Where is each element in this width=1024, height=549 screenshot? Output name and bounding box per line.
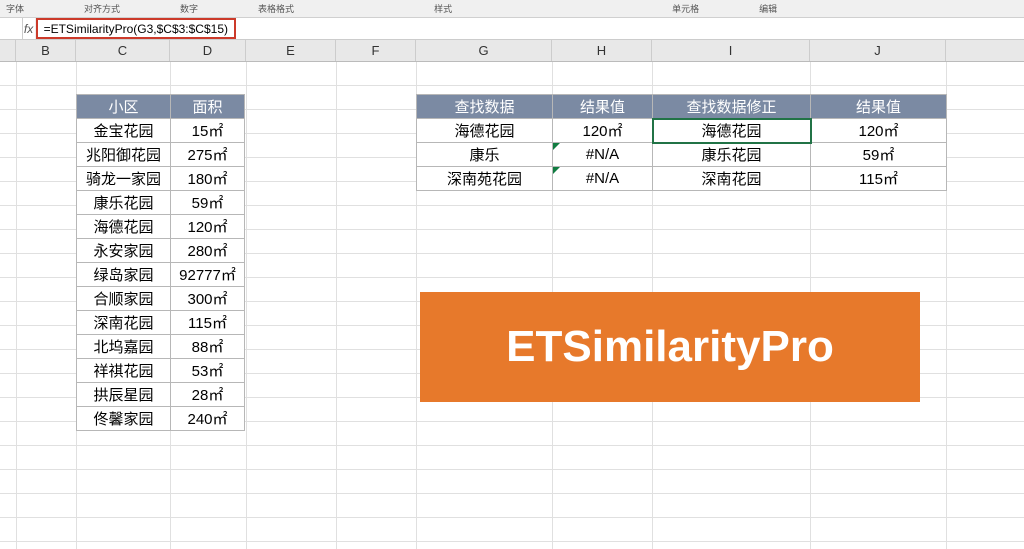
ribbon-group-tableformat: 表格格式 <box>258 2 294 15</box>
cell[interactable]: 115㎡ <box>811 167 947 191</box>
table-row: 康乐花园59㎡ <box>77 191 245 215</box>
left-h1[interactable]: 小区 <box>77 95 171 119</box>
cell[interactable]: 120㎡ <box>171 215 245 239</box>
table-row: 深南苑花园#N/A深南花园115㎡ <box>417 167 947 191</box>
table-row: 海德花园120㎡ <box>77 215 245 239</box>
cell[interactable]: 120㎡ <box>553 119 653 143</box>
overlay-banner: ETSimilarityPro <box>420 292 920 402</box>
table-row: 北坞嘉园88㎡ <box>77 335 245 359</box>
cell[interactable]: #N/A <box>553 143 653 167</box>
table-row: 兆阳御花园275㎡ <box>77 143 245 167</box>
table-row: 深南花园115㎡ <box>77 311 245 335</box>
cell[interactable]: 海德花园 <box>653 119 811 143</box>
col-header-blank <box>0 40 16 61</box>
col-header-c[interactable]: C <box>76 40 170 61</box>
column-headers: B C D E F G H I J <box>0 40 1024 62</box>
right-table: 查找数据 结果值 查找数据修正 结果值 海德花园120㎡海德花园120㎡康乐#N… <box>416 94 947 191</box>
table-row: 金宝花园15㎡ <box>77 119 245 143</box>
cell[interactable]: 兆阳御花园 <box>77 143 171 167</box>
table-row: 佟馨家园240㎡ <box>77 407 245 431</box>
sheet-area[interactable]: 小区 面积 金宝花园15㎡兆阳御花园275㎡骑龙一家园180㎡康乐花园59㎡海德… <box>0 62 1024 549</box>
cell[interactable]: 佟馨家园 <box>77 407 171 431</box>
cell[interactable]: 88㎡ <box>171 335 245 359</box>
left-h2[interactable]: 面积 <box>171 95 245 119</box>
right-h1[interactable]: 查找数据 <box>417 95 553 119</box>
cell[interactable]: 115㎡ <box>171 311 245 335</box>
cell[interactable]: 300㎡ <box>171 287 245 311</box>
cell[interactable]: 240㎡ <box>171 407 245 431</box>
table-row: 合顺家园300㎡ <box>77 287 245 311</box>
formula-bar: fx =ETSimilarityPro(G3,$C$3:$C$15) <box>0 18 1024 40</box>
table-row: 骑龙一家园180㎡ <box>77 167 245 191</box>
cell[interactable]: 15㎡ <box>171 119 245 143</box>
cell[interactable]: 北坞嘉园 <box>77 335 171 359</box>
cell[interactable]: 拱辰星园 <box>77 383 171 407</box>
ribbon-group-styles: 样式 <box>434 2 452 15</box>
table-row: 康乐#N/A康乐花园59㎡ <box>417 143 947 167</box>
cell[interactable]: 92777㎡ <box>171 263 245 287</box>
right-h4[interactable]: 结果值 <box>811 95 947 119</box>
cell[interactable]: 275㎡ <box>171 143 245 167</box>
ribbon-group-cells: 单元格 <box>672 2 699 15</box>
cell[interactable]: 59㎡ <box>811 143 947 167</box>
cell[interactable]: 59㎡ <box>171 191 245 215</box>
ribbon-group-edit: 编辑 <box>759 2 777 15</box>
cell[interactable]: 180㎡ <box>171 167 245 191</box>
cell[interactable]: 280㎡ <box>171 239 245 263</box>
col-header-b[interactable]: B <box>16 40 76 61</box>
cell[interactable]: 120㎡ <box>811 119 947 143</box>
right-h3[interactable]: 查找数据修正 <box>653 95 811 119</box>
cell[interactable]: 绿岛家园 <box>77 263 171 287</box>
table-header-row: 查找数据 结果值 查找数据修正 结果值 <box>417 95 947 119</box>
col-header-e[interactable]: E <box>246 40 336 61</box>
formula-input[interactable]: =ETSimilarityPro(G3,$C$3:$C$15) <box>36 18 236 39</box>
cell[interactable]: 合顺家园 <box>77 287 171 311</box>
cell[interactable]: 金宝花园 <box>77 119 171 143</box>
cell[interactable]: #N/A <box>553 167 653 191</box>
cell[interactable]: 28㎡ <box>171 383 245 407</box>
right-h2[interactable]: 结果值 <box>553 95 653 119</box>
cell[interactable]: 海德花园 <box>417 119 553 143</box>
name-box[interactable] <box>0 18 23 39</box>
cell[interactable]: 深南花园 <box>77 311 171 335</box>
cell[interactable]: 53㎡ <box>171 359 245 383</box>
table-row: 拱辰星园28㎡ <box>77 383 245 407</box>
table-row: 祥祺花园53㎡ <box>77 359 245 383</box>
col-header-h[interactable]: H <box>552 40 652 61</box>
left-table: 小区 面积 金宝花园15㎡兆阳御花园275㎡骑龙一家园180㎡康乐花园59㎡海德… <box>76 94 245 431</box>
col-header-i[interactable]: I <box>652 40 810 61</box>
col-header-j[interactable]: J <box>810 40 946 61</box>
cell[interactable]: 永安家园 <box>77 239 171 263</box>
cell[interactable]: 康乐花园 <box>653 143 811 167</box>
ribbon: 字体 对齐方式 数字 表格格式 样式 单元格 编辑 <box>0 0 1024 18</box>
ribbon-group-font: 字体 <box>6 2 24 15</box>
table-row: 海德花园120㎡海德花园120㎡ <box>417 119 947 143</box>
table-header-row: 小区 面积 <box>77 95 245 119</box>
col-header-g[interactable]: G <box>416 40 552 61</box>
cell[interactable]: 康乐 <box>417 143 553 167</box>
ribbon-group-align: 对齐方式 <box>84 2 120 15</box>
ribbon-group-number: 数字 <box>180 2 198 15</box>
cell[interactable]: 康乐花园 <box>77 191 171 215</box>
table-row: 永安家园280㎡ <box>77 239 245 263</box>
cell[interactable]: 海德花园 <box>77 215 171 239</box>
cell[interactable]: 深南苑花园 <box>417 167 553 191</box>
col-header-d[interactable]: D <box>170 40 246 61</box>
fx-icon[interactable]: fx <box>23 18 36 39</box>
cell[interactable]: 深南花园 <box>653 167 811 191</box>
cell[interactable]: 骑龙一家园 <box>77 167 171 191</box>
col-header-f[interactable]: F <box>336 40 416 61</box>
table-row: 绿岛家园92777㎡ <box>77 263 245 287</box>
cell[interactable]: 祥祺花园 <box>77 359 171 383</box>
